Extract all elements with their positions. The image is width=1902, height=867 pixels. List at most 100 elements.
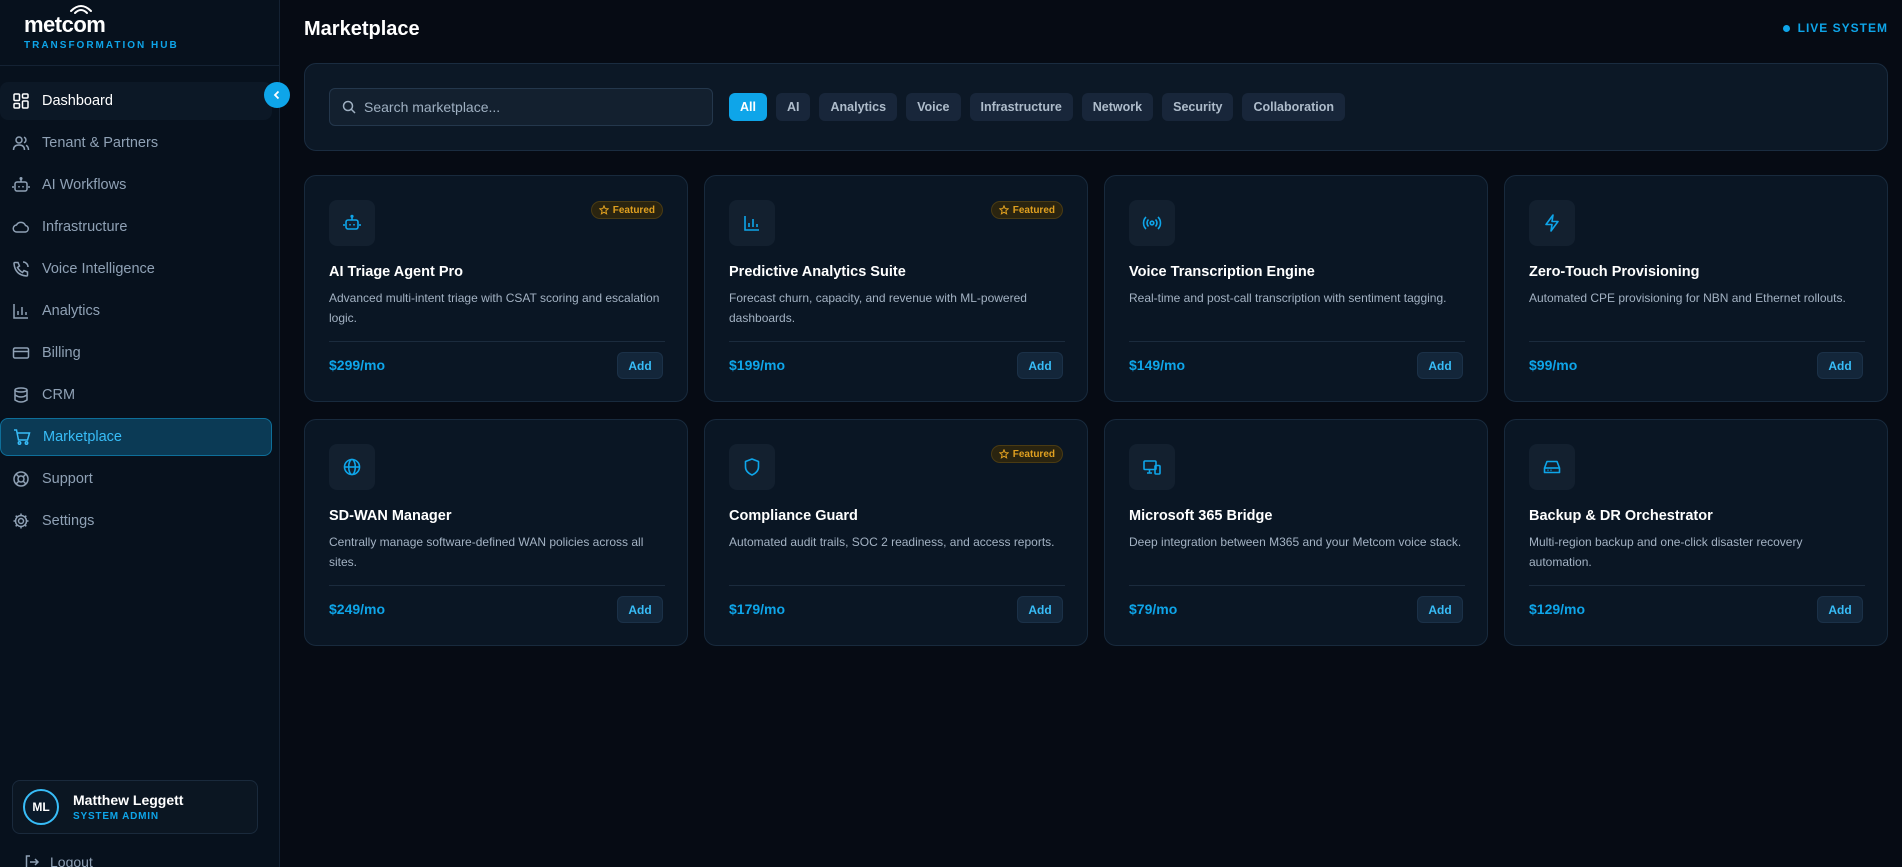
search-icon (342, 100, 356, 114)
card-divider (729, 341, 1065, 342)
product-card[interactable]: Featured AI Triage Agent Pro Advanced mu… (304, 175, 688, 402)
star-icon (998, 205, 1009, 215)
filter-infrastructure[interactable]: Infrastructure (969, 93, 1073, 121)
filter-voice[interactable]: Voice (906, 93, 961, 121)
status-dot-icon (1782, 24, 1790, 32)
sidebar-item-label: Marketplace (43, 429, 122, 445)
sidebar-item-settings[interactable]: Settings (0, 502, 272, 540)
cart-icon (14, 429, 31, 445)
sidebar-nav: Dashboard Tenant & Partners AI Workflows… (0, 82, 272, 544)
bar-chart-icon (744, 216, 759, 231)
shield-icon (744, 458, 760, 476)
wifi-logo-icon (70, 5, 92, 14)
card-icon-wrap (329, 200, 375, 246)
filter-collaboration[interactable]: Collaboration (1242, 93, 1346, 121)
sidebar-item-label: AI Workflows (42, 177, 127, 193)
card-icon-wrap (329, 444, 375, 490)
sidebar-item-tenant-partners[interactable]: Tenant & Partners (0, 124, 272, 162)
sidebar-item-label: Support (42, 471, 93, 487)
card-divider (1529, 585, 1865, 586)
sidebar-item-label: Billing (42, 345, 81, 361)
add-button[interactable]: Add (1817, 596, 1863, 623)
sidebar-item-analytics[interactable]: Analytics (0, 292, 272, 330)
sidebar-item-ai-workflows[interactable]: AI Workflows (0, 166, 272, 204)
sidebar: metcom TRANSFORMATION HUB Dashboard Tena… (0, 0, 280, 867)
card-divider (1129, 341, 1465, 342)
sidebar-item-label: Settings (42, 513, 95, 529)
devices-icon (1143, 460, 1161, 475)
sidebar-item-dashboard[interactable]: Dashboard (0, 82, 272, 120)
credit-card-icon (12, 347, 30, 359)
filter-ai[interactable]: AI (775, 93, 811, 121)
featured-badge: Featured (990, 201, 1063, 219)
card-divider (729, 585, 1065, 586)
filter-analytics[interactable]: Analytics (819, 93, 898, 121)
product-card[interactable]: Microsoft 365 Bridge Deep integration be… (1104, 419, 1488, 646)
add-button[interactable]: Add (1417, 352, 1463, 379)
product-price: $99/mo (1529, 357, 1578, 373)
brand-logo[interactable]: metcom (24, 5, 106, 38)
sidebar-item-voice-intelligence[interactable]: Voice Intelligence (0, 250, 272, 288)
product-title: Predictive Analytics Suite (729, 264, 906, 280)
product-title: Microsoft 365 Bridge (1129, 508, 1273, 524)
user-role: SYSTEM ADMIN (73, 811, 159, 822)
avatar: ML (23, 789, 59, 825)
add-button[interactable]: Add (1017, 352, 1063, 379)
add-button[interactable]: Add (617, 596, 663, 623)
collapse-sidebar-button[interactable] (264, 82, 290, 108)
featured-label: Featured (1012, 448, 1055, 460)
add-button[interactable]: Add (1017, 596, 1063, 623)
lightning-icon (1545, 214, 1559, 232)
brand: metcom TRANSFORMATION HUB (0, 0, 279, 66)
live-status-label: LIVE SYSTEM (1797, 21, 1888, 35)
sidebar-item-infrastructure[interactable]: Infrastructure (0, 208, 272, 246)
product-card[interactable]: Voice Transcription Engine Real-time and… (1104, 175, 1488, 402)
card-icon-wrap (1529, 444, 1575, 490)
featured-label: Featured (1012, 204, 1055, 216)
add-button[interactable]: Add (1817, 352, 1863, 379)
filter-all[interactable]: All (729, 93, 767, 121)
product-card[interactable]: Backup & DR Orchestrator Multi-region ba… (1504, 419, 1888, 646)
product-description: Deep integration between M365 and your M… (1129, 535, 1462, 549)
filter-network[interactable]: Network (1081, 93, 1154, 121)
product-description: Automated audit trails, SOC 2 readiness,… (729, 535, 1055, 549)
product-title: Voice Transcription Engine (1129, 264, 1315, 280)
add-button[interactable]: Add (617, 352, 663, 379)
product-card[interactable]: Featured Compliance Guard Automated audi… (704, 419, 1088, 646)
sidebar-item-billing[interactable]: Billing (0, 334, 272, 372)
product-card[interactable]: Featured Predictive Analytics Suite Fore… (704, 175, 1088, 402)
featured-label: Featured (612, 204, 655, 216)
users-icon (12, 136, 30, 151)
product-price: $179/mo (729, 601, 786, 617)
filter-security[interactable]: Security (1162, 93, 1234, 121)
grid-icon (13, 93, 29, 109)
page-title: Marketplace (304, 18, 420, 40)
search-input[interactable] (364, 99, 694, 115)
search-box[interactable] (329, 88, 713, 126)
sidebar-item-marketplace[interactable]: Marketplace (0, 418, 272, 456)
product-description: Advanced multi-intent triage with CSAT s… (329, 291, 660, 325)
star-icon (598, 205, 609, 215)
logout-button[interactable]: Logout (24, 854, 93, 867)
sidebar-item-support[interactable]: Support (0, 460, 272, 498)
product-description: Centrally manage software-defined WAN po… (329, 535, 644, 569)
category-filters: All AI Analytics Voice Infrastructure Ne… (729, 93, 1354, 121)
card-divider (329, 341, 665, 342)
sidebar-item-label: Voice Intelligence (42, 261, 155, 277)
product-card[interactable]: Zero-Touch Provisioning Automated CPE pr… (1504, 175, 1888, 402)
sidebar-item-label: Analytics (42, 303, 101, 319)
logout-icon (25, 855, 40, 867)
user-card[interactable]: ML Matthew Leggett SYSTEM ADMIN (12, 780, 258, 834)
star-icon (998, 449, 1009, 459)
sidebar-item-label: Dashboard (42, 93, 113, 109)
gear-icon (13, 513, 29, 529)
bar-chart-icon (13, 304, 28, 319)
sidebar-item-crm[interactable]: CRM (0, 376, 272, 414)
add-button[interactable]: Add (1417, 596, 1463, 623)
product-card[interactable]: SD-WAN Manager Centrally manage software… (304, 419, 688, 646)
bot-icon (12, 176, 30, 192)
card-divider (329, 585, 665, 586)
globe-icon (343, 458, 361, 476)
product-title: Backup & DR Orchestrator (1529, 508, 1713, 524)
product-description: Real-time and post-call transcription wi… (1129, 291, 1447, 305)
